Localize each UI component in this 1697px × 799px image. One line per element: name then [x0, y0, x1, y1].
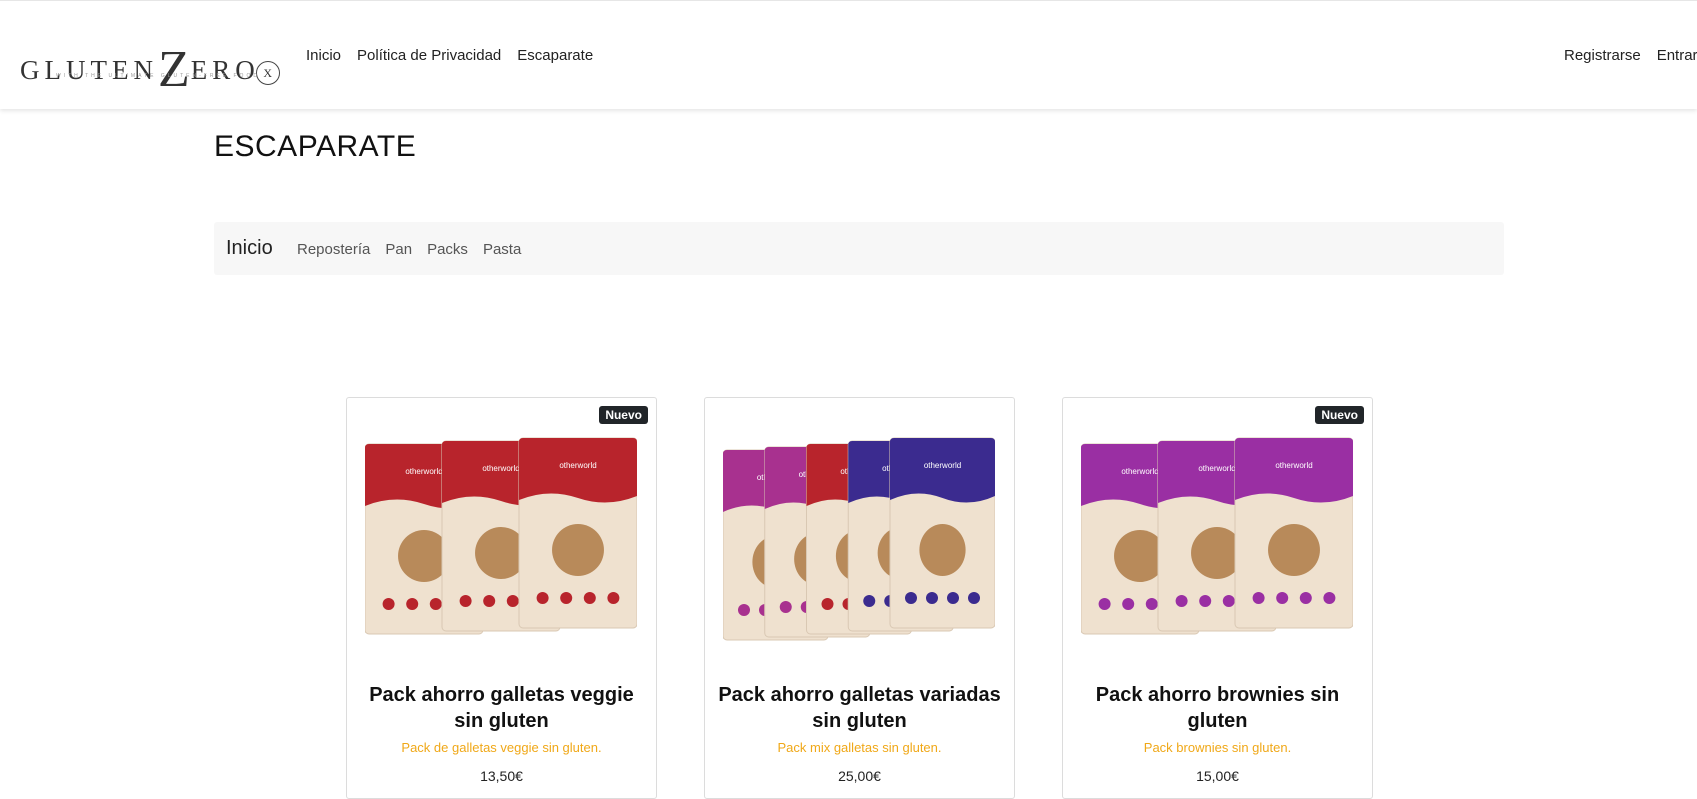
brand-name-part2: ERO — [190, 55, 260, 85]
new-badge: Nuevo — [1315, 406, 1364, 424]
category-pasta[interactable]: Pasta — [483, 241, 521, 258]
brand-name-big: Z — [157, 41, 191, 98]
new-badge: Nuevo — [599, 406, 648, 424]
svg-text:otherworld: otherworld — [1198, 464, 1235, 473]
category-bar: Inicio Repostería Pan Packs Pasta — [214, 222, 1504, 275]
category-list: Repostería Pan Packs Pasta — [297, 241, 521, 258]
brand-wordmark: GLUTENZERO X — [20, 33, 280, 98]
top-navbar: GLUTENZERO X WITH THE ULTIMATE GLUTEN-FRE… — [0, 0, 1697, 109]
product-card[interactable]: Nuevo otherworld otherworld otherworld Pac… — [346, 397, 657, 799]
nav-link-register[interactable]: Registrarse — [1564, 47, 1641, 64]
category-reposteria[interactable]: Repostería — [297, 241, 370, 258]
brand-logo[interactable]: GLUTENZERO X WITH THE ULTIMATE GLUTEN-FRE… — [20, 25, 280, 98]
product-bag: otherworld — [889, 437, 995, 629]
svg-text:otherworld: otherworld — [924, 461, 961, 470]
product-title[interactable]: Pack ahorro brownies sin gluten — [1073, 682, 1362, 734]
category-home-link[interactable]: Inicio — [226, 237, 273, 260]
product-description: Pack brownies sin gluten. — [1143, 740, 1292, 755]
nav-link-privacy[interactable]: Política de Privacidad — [357, 47, 501, 64]
product-title[interactable]: Pack ahorro galletas variadas sin gluten — [715, 682, 1004, 734]
product-image[interactable]: otherworld otherworld otherworld — [1081, 428, 1353, 668]
category-pan[interactable]: Pan — [385, 241, 412, 258]
svg-text:otherworld: otherworld — [405, 467, 442, 476]
auth-nav: Registrarse Entrar — [1564, 47, 1697, 64]
page-title: ESCAPARATE — [214, 130, 417, 163]
nav-link-inicio[interactable]: Inicio — [306, 47, 341, 64]
product-description: Pack de galletas veggie sin gluten. — [401, 740, 602, 755]
svg-text:otherworld: otherworld — [559, 461, 596, 470]
product-bag: otherworld — [1234, 437, 1353, 629]
nav-link-login[interactable]: Entrar — [1657, 47, 1697, 64]
product-bag: otherworld — [518, 437, 637, 629]
main-nav: Inicio Política de Privacidad Escaparate — [306, 47, 593, 64]
product-price: 15,00€ — [1196, 768, 1239, 784]
category-packs[interactable]: Packs — [427, 241, 468, 258]
product-title[interactable]: Pack ahorro galletas veggie sin gluten — [357, 682, 646, 734]
svg-text:otherworld: otherworld — [1121, 467, 1158, 476]
brand-tagline: WITH THE ULTIMATE GLUTEN-FREE FOOD — [56, 73, 260, 79]
product-card[interactable]: Nuevo otherworld otherworld otherworld Pac… — [1062, 397, 1373, 799]
product-price: 25,00€ — [838, 768, 881, 784]
svg-text:otherworld: otherworld — [1275, 461, 1312, 470]
product-price: 13,50€ — [480, 768, 523, 784]
brand-name-part1: GLUTEN — [20, 55, 158, 85]
product-image[interactable]: otherworldotherworldotherworldotherworld… — [723, 428, 995, 668]
nav-link-escaparate[interactable]: Escaparate — [517, 47, 593, 64]
svg-text:otherworld: otherworld — [482, 464, 519, 473]
product-card[interactable]: otherworldotherworldotherworldotherworld… — [704, 397, 1015, 799]
product-description: Pack mix galletas sin gluten. — [777, 740, 942, 755]
product-image[interactable]: otherworld otherworld otherworld — [365, 428, 637, 668]
